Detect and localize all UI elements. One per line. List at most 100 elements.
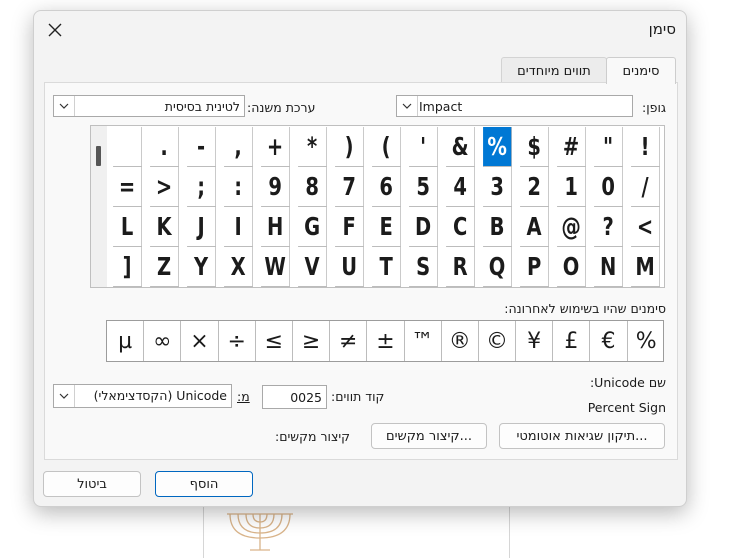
- symbol-cell[interactable]: R: [446, 247, 475, 287]
- symbol-cell[interactable]: =: [113, 167, 142, 207]
- recent-symbol-cell[interactable]: ®: [442, 321, 479, 361]
- recent-symbol-cell[interactable]: £: [553, 321, 591, 361]
- recent-symbol-cell[interactable]: ≠: [330, 321, 368, 361]
- recent-symbols-row: µ ∞ × ÷ ≤ ≥ ≠ ± ™ ® © ¥ £ €%: [106, 320, 664, 362]
- symbol-cell[interactable]: A: [520, 207, 549, 247]
- symbol-cell[interactable]: 0: [594, 167, 623, 207]
- symbol-cell[interactable]: #: [557, 127, 586, 167]
- recent-symbol-cell[interactable]: ×: [181, 321, 219, 361]
- from-dropdown-button[interactable]: [54, 385, 75, 407]
- symbol-cell[interactable]: D: [409, 207, 438, 247]
- subset-value: לטינית בסיסית: [164, 99, 240, 114]
- symbol-cell[interactable]: $: [520, 127, 549, 167]
- tab-symbols[interactable]: סימנים: [606, 57, 676, 84]
- recent-symbol-cell[interactable]: ±: [367, 321, 405, 361]
- recent-symbol-cell[interactable]: ≤: [256, 321, 293, 361]
- symbol-cell[interactable]: V: [298, 247, 327, 287]
- symbol-cell[interactable]: E: [372, 207, 401, 247]
- symbol-cell[interactable]: ]: [113, 247, 142, 287]
- autocorrect-button[interactable]: תיקון שגיאות אוטומטי...: [499, 423, 665, 449]
- recent-symbol-cell[interactable]: µ: [107, 321, 145, 361]
- symbol-cell[interactable]: Y: [187, 247, 216, 287]
- font-dropdown-button[interactable]: [397, 96, 418, 116]
- symbol-cell[interactable]: (: [372, 127, 401, 167]
- symbol-grid-area: . -, + *)(' &% $ # "! = >;:9 8 7 6 5 4 3 2 1 0/ L K J I H G F E D C B…: [90, 125, 665, 288]
- symbol-cell[interactable]: %: [483, 127, 512, 167]
- symbol-cell[interactable]: P: [520, 247, 549, 287]
- recent-symbol-cell[interactable]: %: [628, 321, 665, 361]
- symbol-cell[interactable]: O: [557, 247, 586, 287]
- symbol-cell[interactable]: 9: [261, 167, 290, 207]
- symbol-cell[interactable]: J: [187, 207, 216, 247]
- symbol-cell[interactable]: .: [150, 127, 179, 167]
- subset-dropdown-button[interactable]: [54, 96, 75, 116]
- recent-symbol-cell[interactable]: ¥: [516, 321, 554, 361]
- symbol-cell[interactable]: X: [224, 247, 253, 287]
- subset-combobox[interactable]: לטינית בסיסית: [53, 95, 245, 117]
- tab-special-characters[interactable]: תווים מיוחדים: [501, 57, 607, 84]
- symbol-cell[interactable]: ?: [594, 207, 623, 247]
- symbol-cell[interactable]: ;: [187, 167, 216, 207]
- symbol-cell[interactable]: ': [409, 127, 438, 167]
- scrollbar-thumb[interactable]: [96, 146, 101, 166]
- symbol-cell[interactable]: ": [594, 127, 623, 167]
- char-code-label: קוד תווים:: [331, 389, 385, 404]
- from-label: מ:: [237, 389, 250, 404]
- symbol-cell[interactable]: T: [372, 247, 401, 287]
- symbol-cell[interactable]: ): [335, 127, 364, 167]
- insert-button[interactable]: הוסף: [155, 471, 253, 497]
- symbol-cell[interactable]: +: [261, 127, 290, 167]
- symbol-cell[interactable]: !: [631, 127, 660, 167]
- recent-symbol-cell[interactable]: ∞: [144, 321, 182, 361]
- symbol-cell[interactable]: S: [409, 247, 438, 287]
- symbol-cell[interactable]: &: [446, 127, 475, 167]
- symbol-cell[interactable]: 3: [483, 167, 512, 207]
- symbol-cell[interactable]: C: [446, 207, 475, 247]
- symbol-cell[interactable]: 6: [372, 167, 401, 207]
- symbol-cell[interactable]: Q: [483, 247, 512, 287]
- from-combobox[interactable]: Unicode (הקסדצימאלי): [53, 384, 232, 408]
- symbol-cell[interactable]: 4: [446, 167, 475, 207]
- font-value: Impact: [419, 99, 463, 114]
- symbol-scrollbar[interactable]: [91, 126, 107, 287]
- symbol-cell[interactable]: 2: [520, 167, 549, 207]
- symbol-cell[interactable]: W: [261, 247, 290, 287]
- symbol-cell[interactable]: 1: [557, 167, 586, 207]
- symbol-cell[interactable]: Z: [150, 247, 179, 287]
- symbol-cell[interactable]: [113, 127, 142, 167]
- symbol-cell[interactable]: N: [594, 247, 623, 287]
- recent-symbol-cell[interactable]: ≥: [293, 321, 331, 361]
- symbol-cell[interactable]: 5: [409, 167, 438, 207]
- symbol-cell[interactable]: /: [631, 167, 660, 207]
- chevron-down-icon: [402, 103, 412, 109]
- symbol-cell[interactable]: K: [150, 207, 179, 247]
- recent-symbol-cell[interactable]: €: [590, 321, 628, 361]
- close-button[interactable]: [40, 17, 70, 43]
- chevron-down-icon: [59, 103, 69, 109]
- char-code-input[interactable]: 0025: [262, 385, 327, 409]
- recent-symbol-cell[interactable]: ©: [479, 321, 517, 361]
- symbol-cell[interactable]: G: [298, 207, 327, 247]
- symbol-cell[interactable]: I: [224, 207, 253, 247]
- shortcut-key-button[interactable]: קיצור מקשים...: [371, 423, 487, 449]
- symbol-cell[interactable]: *: [298, 127, 327, 167]
- symbol-cell[interactable]: @: [557, 207, 586, 247]
- symbol-cell[interactable]: ,: [224, 127, 253, 167]
- symbol-cell[interactable]: U: [335, 247, 364, 287]
- cancel-button[interactable]: ביטול: [43, 471, 141, 497]
- symbol-cell[interactable]: -: [187, 127, 216, 167]
- symbol-cell[interactable]: L: [113, 207, 142, 247]
- dialog-title: סימן: [648, 20, 676, 38]
- symbol-cell[interactable]: >: [150, 167, 179, 207]
- symbol-cell[interactable]: <: [631, 207, 660, 247]
- symbol-cell[interactable]: 8: [298, 167, 327, 207]
- symbol-cell[interactable]: 7: [335, 167, 364, 207]
- symbol-cell[interactable]: F: [335, 207, 364, 247]
- symbol-cell[interactable]: H: [261, 207, 290, 247]
- font-combobox[interactable]: Impact: [396, 95, 633, 117]
- recent-symbol-cell[interactable]: ÷: [219, 321, 256, 361]
- symbol-cell[interactable]: :: [224, 167, 253, 207]
- symbol-cell[interactable]: B: [483, 207, 512, 247]
- recent-symbol-cell[interactable]: ™: [405, 321, 442, 361]
- symbol-cell[interactable]: M: [631, 247, 660, 287]
